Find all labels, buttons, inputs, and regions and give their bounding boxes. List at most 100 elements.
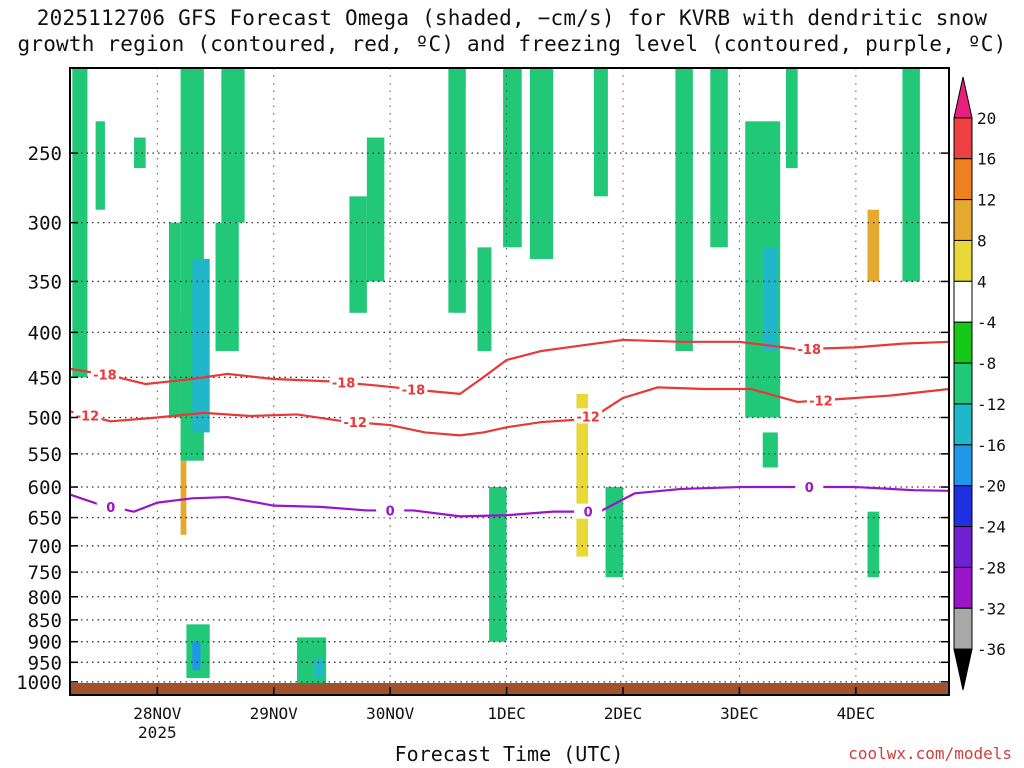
omega-shade-region [623,432,635,546]
colorbar-box [953,199,973,241]
omega-shade-region [442,499,461,675]
colorbar-box [953,321,973,364]
omega-shade-region [762,247,778,351]
omega-shade-region [390,235,402,313]
omega-shade-region [919,104,938,303]
site-credit: coolwx.com/models [848,744,1012,763]
contour-label: -18 [402,383,426,398]
omega-shade-region [902,68,920,282]
contour-label: -12 [343,416,367,431]
omega-shade-region [355,572,367,611]
contour-label: 0 [584,506,593,521]
omega-shade-region [535,401,548,500]
y-tick-label: 600 [28,477,62,499]
x-tick-label: 30NOV [366,704,415,723]
colorbar-box [953,239,973,282]
colorbar-box [953,566,973,609]
omega-shade-region [529,68,554,260]
y-tick-label: 800 [28,587,62,609]
y-tick-label: 650 [28,508,62,530]
omega-shade-region [192,259,210,433]
colorbar-top-triangle [953,76,973,119]
y-tick-label: 500 [28,407,62,429]
y-tick-label: 1000 [16,672,62,694]
colorbar-label: 8 [977,231,987,250]
contour-label: -12 [809,394,833,409]
x-tick-label: 29NOV [250,704,299,723]
omega-shade-region [477,247,492,351]
omega-shade-region [675,68,693,351]
x-tick-label: 2DEC [604,704,643,723]
omega-shade-region [762,432,778,468]
omega-shade-region [593,68,608,197]
omega-shade-region [867,511,880,578]
omega-time-height-chart: -18 -18 -18 -18 -12 -12 -12 -12 0 0 0 0 250 300 350 400… [16,67,1006,742]
colorbar-box [953,158,973,201]
omega-shade-region [780,545,798,597]
y-tick-label: 750 [28,562,62,584]
y-tick-label: 900 [28,632,62,654]
omega-shade-region [221,68,245,223]
y-tick-label: 450 [28,367,62,389]
omega-shade-region [331,606,344,625]
colorbar-label: -16 [977,436,1006,455]
colorbar-label: -36 [977,640,1006,659]
colorbar-label: -24 [977,518,1006,537]
colorbar-label: 4 [977,272,987,291]
colorbar-box [953,280,973,323]
omega-shade-region [95,121,105,210]
omega-shade-region [739,577,763,634]
contour-label: 0 [386,504,395,519]
x-tick-label: 4DEC [837,704,876,723]
colorbar-bottom-triangle [953,648,973,691]
omega-shade-region [710,68,728,248]
y-tick-label: 550 [28,444,62,466]
contour-label: -18 [93,369,117,384]
y-tick-label: 300 [28,213,62,235]
omega-shade-region [308,529,327,557]
y-tick-label: 400 [28,322,62,344]
colorbar-label: -28 [977,558,1006,577]
y-tick-label: 350 [28,271,62,293]
omega-shade-region [675,517,688,597]
contour-label: -18 [798,343,822,358]
contour-label: -18 [332,377,356,392]
omega-shade-region [884,523,897,562]
y-tick-label: 250 [28,143,62,165]
contour-label: 0 [106,501,115,516]
colorbar-label: 16 [977,150,996,169]
colorbar-box [953,362,973,405]
omega-shade-region [192,641,201,671]
contour-label: -12 [576,410,600,425]
colorbar-label: -4 [977,313,996,332]
contour-label: 0 [805,481,814,496]
omega-shade-region [553,350,565,461]
omega-shade-region [314,658,324,679]
omega-shade-region [139,175,158,236]
colorbar-label: 12 [977,191,996,210]
colorbar-label: -8 [977,354,996,373]
omega-shade-region [503,68,522,248]
colorbar-label: -12 [977,395,1006,414]
colorbar-box [953,403,973,446]
omega-shade-region [366,137,385,282]
colorbar-label: -32 [977,599,1006,618]
omega-shade-region [349,196,367,313]
omega-shade-region [139,68,154,96]
colorbar-box [953,607,973,650]
omega-shade-region [168,222,181,418]
x-tick-label: 3DEC [720,704,759,723]
surface-band [70,683,949,695]
colorbar-label: -20 [977,477,1006,496]
omega-shade-region [134,137,146,169]
omega-shade-region [110,332,123,351]
contour-label: -12 [76,410,100,425]
colorbar-box [953,485,973,528]
y-tick-label: 700 [28,536,62,558]
omega-shade-region [430,312,455,433]
x-tick-label: 28NOV [133,704,182,723]
omega-shade-region [425,104,443,260]
x-tick-label: 1DEC [487,704,526,723]
colorbar-label: 20 [977,109,996,128]
omega-shade-region [867,209,880,282]
